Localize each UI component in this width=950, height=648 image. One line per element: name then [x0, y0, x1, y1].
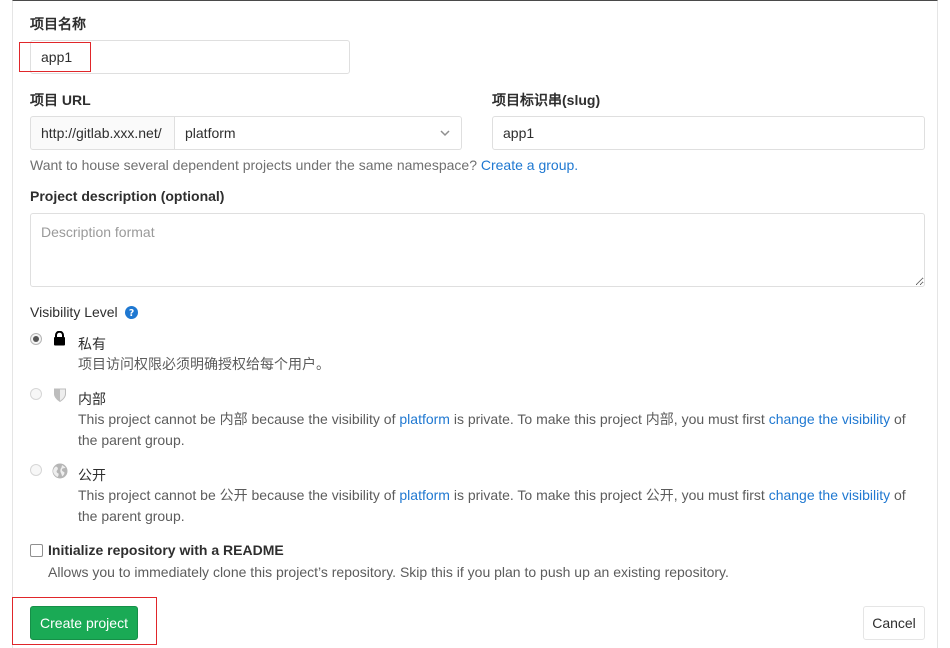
slug-input[interactable]: app1 — [492, 116, 925, 150]
lock-icon — [54, 331, 65, 346]
internal-change-visibility-link[interactable]: change the visibility — [769, 411, 890, 427]
visibility-radio-internal[interactable] — [30, 388, 42, 400]
project-name-input[interactable]: app1 — [30, 40, 350, 74]
visibility-title-private: 私有 — [78, 336, 106, 352]
visibility-label: Visibility Level ? — [30, 304, 138, 320]
namespace-value: platform — [185, 125, 236, 141]
namespace-select[interactable]: platform — [175, 116, 462, 150]
visibility-radio-public[interactable] — [30, 464, 42, 476]
visibility-desc-private: 项目访问权限必须明确授权给每个用户。 — [78, 356, 330, 372]
create-group-link[interactable]: Create a group. — [481, 157, 578, 173]
slug-label: 项目标识串(slug) — [492, 92, 601, 108]
globe-icon — [52, 463, 68, 479]
internal-desc-a: This project cannot be 内部 because the vi… — [78, 411, 400, 427]
visibility-desc-public: This project cannot be 公开 because the vi… — [78, 485, 928, 527]
readme-help: Allows you to immediately clone this pro… — [48, 564, 729, 580]
internal-platform-link[interactable]: platform — [399, 411, 450, 427]
project-url-label: 项目 URL — [30, 92, 91, 108]
visibility-desc-internal: This project cannot be 内部 because the vi… — [78, 409, 928, 451]
description-label: Project description (optional) — [30, 188, 225, 204]
visibility-title-public: 公开 — [78, 467, 106, 483]
chevron-down-icon — [440, 130, 450, 137]
url-prefix: http://gitlab.xxx.net/ — [30, 116, 175, 150]
visibility-radio-private[interactable] — [30, 333, 42, 345]
visibility-title-internal: 内部 — [78, 391, 106, 407]
readme-checkbox[interactable] — [30, 544, 43, 557]
shield-icon — [54, 388, 66, 402]
namespace-help: Want to house several dependent projects… — [30, 157, 578, 173]
create-project-button[interactable]: Create project — [30, 606, 138, 640]
description-textarea[interactable] — [30, 213, 925, 287]
public-change-visibility-link[interactable]: change the visibility — [769, 487, 890, 503]
project-name-label: 项目名称 — [30, 16, 86, 32]
internal-desc-b: is private. To make this project 内部, you… — [449, 411, 769, 427]
cancel-button[interactable]: Cancel — [863, 606, 925, 640]
question-circle-icon[interactable]: ? — [124, 306, 138, 319]
svg-text:?: ? — [128, 308, 133, 319]
public-desc-a: This project cannot be 公开 because the vi… — [78, 487, 400, 503]
visibility-label-text: Visibility Level — [30, 304, 118, 320]
readme-label[interactable]: Initialize repository with a README — [48, 542, 284, 558]
public-desc-b: is private. To make this project 公开, you… — [449, 487, 769, 503]
namespace-help-text: Want to house several dependent projects… — [30, 157, 481, 173]
public-platform-link[interactable]: platform — [399, 487, 450, 503]
